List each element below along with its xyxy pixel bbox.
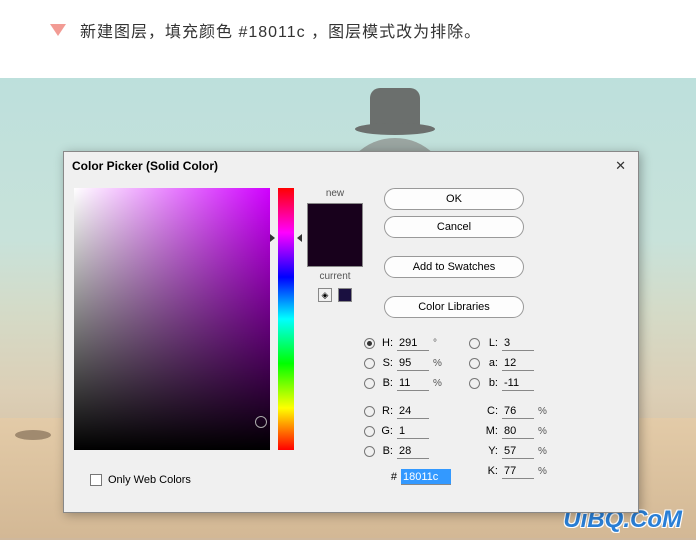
only-web-colors-label: Only Web Colors xyxy=(108,474,191,486)
triangle-marker-icon xyxy=(50,24,66,36)
current-color-swatch[interactable] xyxy=(308,235,362,266)
m-label: M: xyxy=(484,425,498,437)
instruction-text: 新建图层，填充颜色 #18011c ，图层模式改为排除。 xyxy=(80,18,481,42)
h-input[interactable] xyxy=(397,335,429,351)
l-radio[interactable] xyxy=(469,338,480,349)
b-rgb-input[interactable] xyxy=(397,443,429,459)
gamut-warning-icon[interactable]: ◈ xyxy=(318,288,332,302)
b-hsb-radio[interactable] xyxy=(364,378,375,389)
g-radio[interactable] xyxy=(364,426,375,437)
b-hsb-input[interactable] xyxy=(397,375,429,391)
hex-input[interactable] xyxy=(401,469,451,485)
cancel-button[interactable]: Cancel xyxy=(384,216,524,238)
b-lab-label: b: xyxy=(484,377,498,389)
h-label: H: xyxy=(379,337,393,349)
y-input[interactable] xyxy=(502,443,534,459)
current-label: current xyxy=(319,271,350,282)
dialog-title: Color Picker (Solid Color) xyxy=(72,159,218,173)
saturation-value-field[interactable] xyxy=(74,188,270,450)
k-label: K: xyxy=(484,465,498,477)
color-picker-dialog: Color Picker (Solid Color) ✕ new current… xyxy=(63,151,639,513)
add-to-swatches-button[interactable]: Add to Swatches xyxy=(384,256,524,278)
only-web-colors-checkbox[interactable] xyxy=(90,474,102,486)
lab-cmyk-column: L: a: b: C:% M:% Y:% K:% xyxy=(469,335,548,485)
b-rgb-radio[interactable] xyxy=(364,446,375,457)
r-radio[interactable] xyxy=(364,406,375,417)
r-input[interactable] xyxy=(397,403,429,419)
preview-swatch xyxy=(307,203,363,267)
instruction-bar: 新建图层，填充颜色 #18011c ，图层模式改为排除。 xyxy=(0,0,696,52)
l-label: L: xyxy=(484,337,498,349)
ok-button[interactable]: OK xyxy=(384,188,524,210)
g-label: G: xyxy=(379,425,393,437)
b-hsb-label: B: xyxy=(379,377,393,389)
c-input[interactable] xyxy=(502,403,534,419)
new-color-swatch[interactable] xyxy=(308,204,362,235)
sv-cursor-icon xyxy=(255,416,267,428)
l-input[interactable] xyxy=(502,335,534,351)
color-libraries-button[interactable]: Color Libraries xyxy=(384,296,524,318)
skateboard xyxy=(15,430,51,440)
b-lab-radio[interactable] xyxy=(469,378,480,389)
dialog-titlebar[interactable]: Color Picker (Solid Color) ✕ xyxy=(64,152,638,180)
hue-slider[interactable] xyxy=(278,188,294,450)
s-input[interactable] xyxy=(397,355,429,371)
color-preview: new current ◈ xyxy=(302,188,368,450)
close-button[interactable]: ✕ xyxy=(611,158,630,174)
hex-label: # xyxy=(383,471,397,483)
a-input[interactable] xyxy=(502,355,534,371)
only-web-colors-row: Only Web Colors xyxy=(82,474,191,486)
mini-swatch[interactable] xyxy=(338,288,352,302)
hsb-rgb-column: H:° S:% B:% R: G: B: # xyxy=(364,335,451,485)
s-label: S: xyxy=(379,357,393,369)
a-radio[interactable] xyxy=(469,358,480,369)
b-lab-input[interactable] xyxy=(502,375,534,391)
y-label: Y: xyxy=(484,445,498,457)
new-label: new xyxy=(326,188,344,199)
color-values: H:° S:% B:% R: G: B: # L: a: b: C:% M:% … xyxy=(364,335,548,485)
r-label: R: xyxy=(379,405,393,417)
g-input[interactable] xyxy=(397,423,429,439)
c-label: C: xyxy=(484,405,498,417)
s-radio[interactable] xyxy=(364,358,375,369)
k-input[interactable] xyxy=(502,463,534,479)
m-input[interactable] xyxy=(502,423,534,439)
a-label: a: xyxy=(484,357,498,369)
b-rgb-label: B: xyxy=(379,445,393,457)
h-radio[interactable] xyxy=(364,338,375,349)
